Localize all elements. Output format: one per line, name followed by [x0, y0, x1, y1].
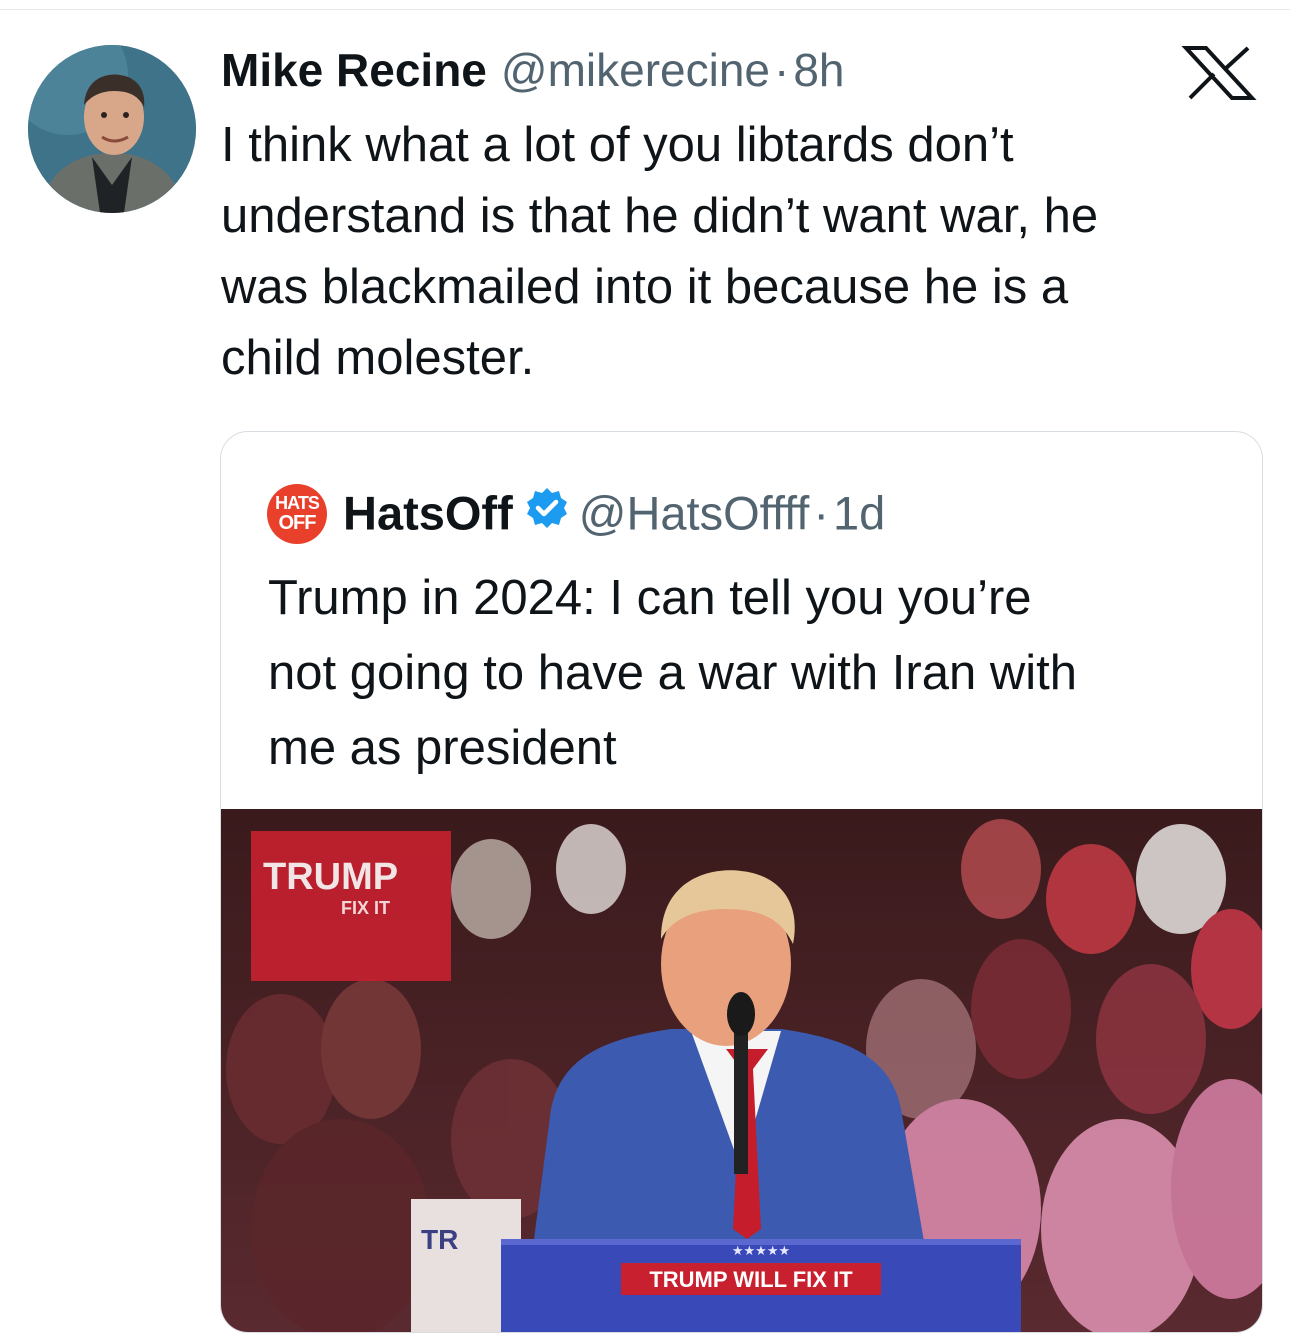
quoted-tweet-card[interactable]: HATS OFF HatsOff @HatsOffff·1d Trump in … [220, 431, 1263, 1333]
sign-left-subtext: FIX IT [341, 898, 390, 918]
sign-small-text: TR [421, 1224, 458, 1255]
quoted-tweet-timestamp[interactable]: 1d [833, 487, 885, 540]
quoted-tweet-text: Trump in 2024: I can tell you you’re not… [268, 571, 1077, 775]
author-name[interactable]: Mike Recine [221, 44, 487, 96]
header-separator: · [774, 44, 790, 96]
quoted-author-handle[interactable]: @HatsOffff [579, 487, 810, 540]
avatar-photo-icon [28, 45, 196, 213]
podium-stars: ★★★★★ [732, 1244, 790, 1259]
tweet-timestamp[interactable]: 8h [793, 44, 844, 96]
podium-text: TRUMP WILL FIX IT [649, 1267, 853, 1292]
quoted-header-separator: · [813, 486, 829, 540]
author-avatar[interactable] [28, 45, 196, 213]
tweet-header: Mike Recine @mikerecine·8h [221, 38, 1271, 102]
hatsoff-logo-text-bottom: OFF [278, 511, 317, 534]
tweet: Mike Recine @mikerecine·8h I think what a… [221, 38, 1271, 394]
sign-left-text: TRUMP [263, 856, 398, 898]
hatsoff-avatar[interactable]: HATS OFF [267, 483, 327, 544]
top-divider [0, 9, 1290, 10]
author-handle[interactable]: @mikerecine [501, 44, 770, 96]
tweet-text: I think what a lot of you libtards don’t… [221, 118, 1099, 385]
verified-badge-icon [525, 484, 569, 544]
quoted-author-name[interactable]: HatsOff [343, 487, 513, 540]
hatsoff-logo-text-top: HATS [275, 492, 320, 513]
quoted-tweet-video[interactable]: TRUMP FIX IT TR ★★★★★ TRUMP WILL FIX IT [221, 809, 1262, 1332]
rally-image: TRUMP FIX IT TR ★★★★★ TRUMP WILL FIX IT [221, 809, 1262, 1332]
quoted-tweet-header: HATS OFF HatsOff @HatsOffff·1d [267, 480, 885, 544]
